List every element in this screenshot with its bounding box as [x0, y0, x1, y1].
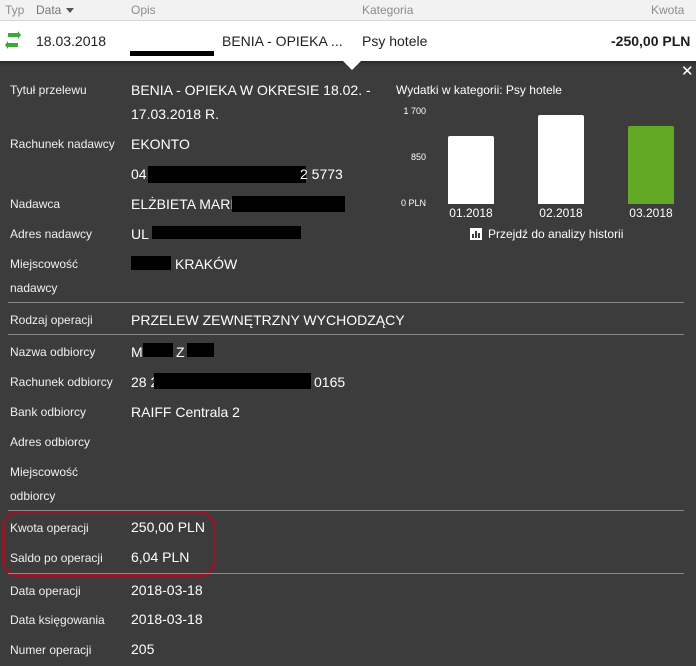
- y-tick-label: 0 PLN: [400, 198, 426, 208]
- label-nadawca: Nadawca: [10, 197, 61, 211]
- redaction: [143, 343, 173, 357]
- x-tick-label: 03.2018: [629, 206, 673, 220]
- label-rachunek-nadawcy: Rachunek nadawcy: [10, 137, 115, 151]
- value-rachunek-odbiorcy-end: 0165: [314, 374, 346, 390]
- label-numer-operacji: Numer operacji: [10, 643, 92, 657]
- redaction: [152, 226, 301, 239]
- redaction: [187, 343, 214, 357]
- row-pointer: [343, 61, 361, 70]
- label-adres-odbiorcy: Adres odbiorcy: [10, 435, 91, 449]
- value-tytul-line1: BENIA - OPIEKA W OKRESIE 18.02. -: [131, 82, 371, 98]
- divider: [8, 334, 684, 335]
- value-numer-operacji: 205: [131, 641, 155, 657]
- value-nazwa-odbiorcy-z: Z: [176, 344, 185, 360]
- label-nazwa-odbiorcy: Nazwa odbiorcy: [10, 345, 96, 359]
- x-tick-label: 01.2018: [449, 206, 493, 220]
- redaction: [232, 196, 345, 212]
- history-analysis-link[interactable]: Przejdź do analizy historii: [470, 227, 623, 241]
- transaction-amount: -250,00 PLN: [611, 33, 690, 49]
- transaction-row[interactable]: 18.03.2018 BENIA - OPIEKA ... Psy hotele…: [0, 21, 696, 61]
- column-header-typ[interactable]: Typ: [5, 3, 24, 17]
- value-bank-odbiorcy: RAIFF Centrala 2: [131, 404, 240, 420]
- divider: [8, 302, 684, 303]
- chart-bar[interactable]: [538, 114, 584, 204]
- value-data-operacji: 2018-03-18: [131, 582, 203, 598]
- y-tick-label: 850: [410, 152, 426, 162]
- redaction: [154, 373, 311, 389]
- value-adres-nadawcy: UL: [131, 226, 149, 242]
- label-miejscowosc-nadawcy-2: nadawcy: [10, 281, 58, 295]
- value-rachunek-nadawcy-end: 2 5773: [300, 166, 343, 182]
- chart-title: Wydatki w kategorii: Psy hotele: [396, 83, 562, 97]
- label-rodzaj: Rodzaj operacji: [10, 313, 93, 327]
- redaction: [130, 51, 214, 56]
- label-data-operacji: Data operacji: [10, 584, 81, 598]
- value-rachunek-nadawcy-name: EKONTO: [131, 136, 190, 152]
- column-header-data-label: Data: [36, 3, 62, 17]
- chart-bar[interactable]: [448, 136, 494, 204]
- label-bank-odbiorcy: Bank odbiorcy: [10, 405, 87, 419]
- sort-desc-icon: [66, 8, 75, 14]
- column-header-opis[interactable]: Opis: [131, 3, 156, 17]
- label-miejscowosc-odbiorcy-2: odbiorcy: [10, 489, 56, 503]
- value-tytul-line2: 17.03.2018 R.: [131, 106, 219, 122]
- column-header-kwota[interactable]: Kwota: [651, 3, 684, 17]
- amount-value: -250,00 PLN: [611, 33, 691, 49]
- column-header-data[interactable]: Data: [36, 3, 75, 17]
- redaction: [148, 166, 306, 183]
- divider: [8, 573, 684, 574]
- value-nadawca: ELŻBIETA MARIA: [131, 196, 244, 212]
- label-adres-nadawcy: Adres nadawcy: [10, 227, 93, 241]
- redaction: [131, 256, 171, 270]
- label-miejscowosc-odbiorcy-1: Miejscowość: [10, 465, 79, 479]
- label-tytul: Tytuł przelewu: [10, 83, 87, 97]
- x-tick-label: 02.2018: [539, 206, 583, 220]
- label-rachunek-odbiorcy: Rachunek odbiorcy: [10, 375, 113, 389]
- bar-chart-icon: [470, 228, 482, 240]
- y-tick-label: 1 700: [403, 106, 426, 116]
- close-icon[interactable]: ✕: [681, 64, 694, 79]
- value-data-ksiegowania: 2018-03-18: [131, 611, 203, 627]
- transaction-category[interactable]: Psy hotele: [362, 33, 427, 49]
- history-link-label: Przejdź do analizy historii: [488, 227, 624, 241]
- transaction-description: BENIA - OPIEKA ...: [222, 33, 343, 49]
- value-miejscowosc-nadawcy: KRAKÓW: [175, 256, 238, 272]
- label-miejscowosc-nadawcy-1: Miejscowość: [10, 257, 79, 271]
- highlight-annotation: [2, 511, 216, 577]
- value-rachunek-nadawcy-start: 04: [131, 166, 147, 182]
- table-header: Typ Data Opis Kategoria Kwota: [0, 0, 696, 21]
- transaction-date: 18.03.2018: [36, 33, 107, 49]
- column-header-kategoria[interactable]: Kategoria: [362, 3, 413, 17]
- value-rodzaj: PRZELEW ZEWNĘTRZNY WYCHODZĄCY: [131, 312, 405, 328]
- label-data-ksiegowania: Data księgowania: [10, 613, 105, 627]
- transfer-arrows-icon: [5, 31, 21, 49]
- value-nazwa-odbiorcy-m: M: [131, 344, 143, 360]
- chart-bar[interactable]: [628, 125, 674, 204]
